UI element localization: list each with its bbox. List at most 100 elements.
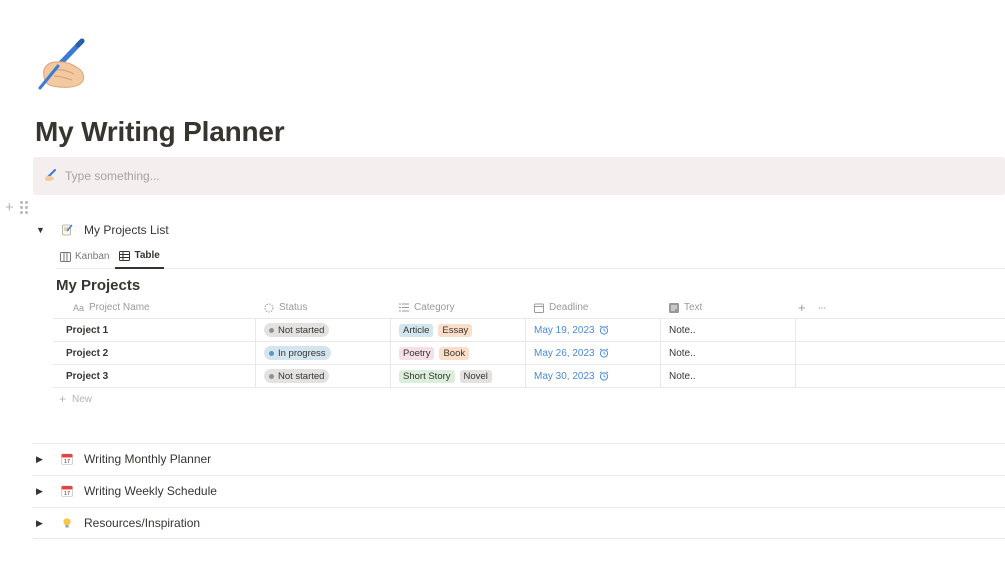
alarm-clock-icon <box>599 325 608 335</box>
triangle-down-icon[interactable]: ▼ <box>36 225 48 235</box>
deadline-cell[interactable]: May 26, 2023 <box>526 342 661 364</box>
empty-cell <box>796 365 1005 387</box>
column-label: Deadline <box>549 302 589 313</box>
tab-label: Kanban <box>75 251 110 262</box>
deadline-date: May 26, 2023 <box>534 348 609 359</box>
category-tag: Article <box>399 323 434 337</box>
status-text: In progress <box>278 347 326 359</box>
callout-block[interactable]: Type something... <box>33 157 1005 195</box>
column-label: Category <box>414 302 455 313</box>
table-icon <box>119 250 131 261</box>
alarm-clock-icon <box>599 348 608 358</box>
plus-icon: + <box>59 392 67 406</box>
deadline-date: May 19, 2023 <box>534 325 609 336</box>
triangle-right-icon[interactable]: ▶ <box>36 486 48 497</box>
status-badge: In progress <box>264 346 331 360</box>
tab-label: Table <box>134 250 160 261</box>
divider <box>33 443 1005 444</box>
block-handles: + <box>5 200 28 215</box>
column-label: Project Name <box>89 302 150 313</box>
category-cell[interactable]: Poetry Book <box>391 342 526 364</box>
board-icon <box>60 251 71 262</box>
status-cell[interactable]: In progress <box>256 342 391 364</box>
project-name-cell[interactable]: Project 3 <box>53 365 256 387</box>
new-row-button[interactable]: + New <box>53 388 1005 410</box>
tab-kanban[interactable]: Kanban <box>56 244 113 269</box>
svg-text:17: 17 <box>64 459 70 465</box>
add-block-icon[interactable]: + <box>5 200 14 215</box>
section-label: Resources/Inspiration <box>84 516 201 530</box>
divider <box>33 507 1005 508</box>
calendar-icon <box>534 303 544 313</box>
toggle-my-projects-list[interactable]: ▼ My Projects List <box>36 223 169 237</box>
writing-hand-icon[interactable] <box>34 36 90 92</box>
toggle-writing-monthly-planner[interactable]: ▶ 17 Writing Monthly Planner <box>36 452 211 466</box>
status-badge: Not started <box>264 369 330 383</box>
status-icon <box>264 303 274 313</box>
project-name-cell[interactable]: Project 1 <box>53 319 256 341</box>
status-cell[interactable]: Not started <box>256 319 391 341</box>
page-title[interactable]: My Writing Planner <box>35 116 285 148</box>
pen-icon <box>43 169 57 183</box>
text-cell[interactable]: Note.. <box>661 342 796 364</box>
column-actions: + ··· <box>796 297 1005 318</box>
table-row[interactable]: Project 3 Not started Short Story Novel … <box>53 365 1005 388</box>
divider <box>33 475 1005 476</box>
category-cell[interactable]: Article Essay <box>391 319 526 341</box>
category-tag: Short Story <box>399 369 455 383</box>
date-text: May 30, 2023 <box>534 370 595 382</box>
calendar-icon: 17 <box>60 452 74 466</box>
view-tabs: Kanban Table <box>56 244 1005 269</box>
empty-cell <box>796 319 1005 341</box>
column-deadline[interactable]: Deadline <box>526 297 661 318</box>
calendar-icon: 17 <box>60 484 74 498</box>
status-text: Not started <box>278 324 325 336</box>
status-badge: Not started <box>264 323 330 337</box>
text-cell[interactable]: Note.. <box>661 365 796 387</box>
add-column-button[interactable]: + <box>798 300 806 315</box>
column-text[interactable]: Text <box>661 297 796 318</box>
deadline-cell[interactable]: May 19, 2023 <box>526 319 661 341</box>
drag-handle-icon[interactable] <box>19 201 28 214</box>
list-icon <box>399 303 409 312</box>
column-label: Text <box>684 302 703 313</box>
memo-icon <box>60 223 74 237</box>
text-cell[interactable]: Note.. <box>661 319 796 341</box>
lightbulb-icon <box>60 516 74 530</box>
section-label: My Projects List <box>84 223 169 237</box>
category-tag: Essay <box>438 323 473 337</box>
column-project-name[interactable]: Aa Project Name <box>53 297 256 318</box>
database-title[interactable]: My Projects <box>56 277 140 294</box>
table-header: Aa Project Name Status Category Deadline <box>53 297 1005 319</box>
project-name-cell[interactable]: Project 2 <box>53 342 256 364</box>
category-tag: Novel <box>459 369 492 383</box>
category-tag: Poetry <box>399 346 435 360</box>
new-row-label: New <box>72 393 93 405</box>
date-text: May 19, 2023 <box>534 324 595 336</box>
deadline-date: May 30, 2023 <box>534 371 609 382</box>
svg-text:17: 17 <box>64 491 70 497</box>
status-cell[interactable]: Not started <box>256 365 391 387</box>
column-label: Status <box>279 302 308 313</box>
triangle-right-icon[interactable]: ▶ <box>36 454 48 465</box>
text-property-icon: Aa <box>73 302 85 313</box>
deadline-cell[interactable]: May 30, 2023 <box>526 365 661 387</box>
column-status[interactable]: Status <box>256 297 391 318</box>
status-text: Not started <box>278 370 325 382</box>
callout-placeholder[interactable]: Type something... <box>65 169 160 183</box>
toggle-writing-weekly-schedule[interactable]: ▶ 17 Writing Weekly Schedule <box>36 484 217 498</box>
table-row[interactable]: Project 1 Not started Article Essay May … <box>53 319 1005 342</box>
divider <box>33 538 1005 539</box>
triangle-right-icon[interactable]: ▶ <box>36 518 48 529</box>
empty-cell <box>796 342 1005 364</box>
column-category[interactable]: Category <box>391 297 526 318</box>
text-icon <box>669 302 679 313</box>
table-row[interactable]: Project 2 In progress Poetry Book May 26… <box>53 342 1005 365</box>
toggle-resources-inspiration[interactable]: ▶ Resources/Inspiration <box>36 516 200 530</box>
section-label: Writing Weekly Schedule <box>84 484 217 498</box>
more-options-button[interactable]: ··· <box>818 302 827 314</box>
section-label: Writing Monthly Planner <box>84 452 212 466</box>
category-tag: Book <box>439 346 470 360</box>
tab-table[interactable]: Table <box>115 244 164 269</box>
category-cell[interactable]: Short Story Novel <box>391 365 526 387</box>
